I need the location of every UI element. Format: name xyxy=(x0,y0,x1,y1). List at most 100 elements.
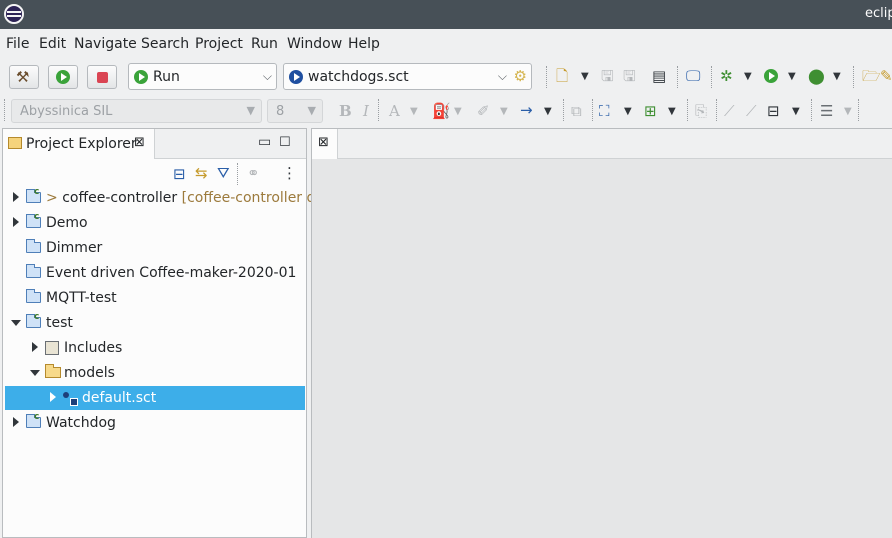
window-title: eclip xyxy=(865,6,892,21)
italic-icon: I xyxy=(363,102,369,120)
routing-icon: ⟋ xyxy=(724,102,735,120)
chevron-down-icon[interactable]: ▼ xyxy=(544,106,552,117)
menu-project[interactable]: Project xyxy=(195,36,243,52)
open-folder-icon[interactable]: 🗁 xyxy=(862,68,881,84)
tab-project-explorer[interactable]: Project Explorer ⊠ xyxy=(3,129,155,159)
editor-tab-bar: ⊠ xyxy=(312,129,892,159)
tree-item-test[interactable]: c test xyxy=(5,311,305,335)
menu-edit[interactable]: Edit xyxy=(39,36,66,52)
collapse-icon[interactable] xyxy=(11,320,21,326)
chevron-down-icon[interactable]: ▼ xyxy=(833,71,841,82)
run-icon[interactable] xyxy=(764,69,778,83)
toolbar-separator xyxy=(711,66,713,88)
tree-item-mqtt-test[interactable]: MQTT-test xyxy=(5,286,305,310)
menu-window[interactable]: Window xyxy=(287,36,342,52)
tree-item-demo[interactable]: c Demo xyxy=(5,211,305,235)
expand-icon[interactable] xyxy=(32,342,38,352)
close-icon[interactable]: ⊠ xyxy=(318,135,329,150)
stop-button[interactable] xyxy=(87,65,117,89)
explorer-view-toolbar: ⊟ ⇆ ⛛ ⚭ ⋮ xyxy=(3,160,306,188)
launch-target-icon xyxy=(289,70,303,84)
debug-bug-icon[interactable]: ✲ xyxy=(720,68,733,84)
external-tools-icon[interactable]: ⬤ xyxy=(808,68,825,84)
toolbar-separator xyxy=(592,99,594,121)
tree-item-label: MQTT-test xyxy=(46,290,117,306)
expand-icon[interactable] xyxy=(13,217,19,227)
maximize-icon[interactable]: ☐ xyxy=(279,135,291,150)
toolbar-separator xyxy=(563,99,565,121)
project-explorer-header: Project Explorer ⊠ ▭ ☐ xyxy=(3,129,306,159)
arrange-icon[interactable]: ⊞ xyxy=(644,103,657,119)
toolbar-separator xyxy=(237,163,239,185)
chevron-down-icon[interactable]: ▼ xyxy=(792,106,800,117)
eclipse-logo-icon xyxy=(4,4,24,24)
run-config-select[interactable]: Run ⌵ xyxy=(128,63,277,90)
chevron-down-icon[interactable]: ▼ xyxy=(744,71,752,82)
tree-item-label: default.sct xyxy=(82,390,157,406)
minimize-icon[interactable]: ▭ xyxy=(258,134,271,150)
bold-icon: B xyxy=(339,102,352,120)
expand-icon[interactable] xyxy=(13,192,19,202)
link-with-editor-icon[interactable]: ⇆ xyxy=(195,165,208,181)
chevron-down-icon[interactable]: ▼ xyxy=(668,106,676,117)
gear-icon[interactable]: ⚙ xyxy=(514,68,527,84)
format-toolbar: Abyssinica SIL ▼ 8 ▼ B I A ▼ ⛽ ▼ ✐ ▼ → ▼… xyxy=(0,94,892,126)
tree-item-models[interactable]: models xyxy=(5,361,305,385)
font-size-label: 8 xyxy=(276,104,285,119)
main-toolbar: ⚒ Run ⌵ watchdogs.sct ⌵ ⚙ 🗋 ▼ 🖫 🖫 ▤ 🖵 ✲ … xyxy=(0,58,892,94)
menu-help[interactable]: Help xyxy=(348,36,380,52)
menu-file[interactable]: File xyxy=(6,36,29,52)
launch-button[interactable] xyxy=(48,65,78,89)
edit-icon[interactable]: ✎ xyxy=(880,68,892,84)
toolbar-separator xyxy=(716,99,718,121)
tree-item-default-sct[interactable]: default.sct xyxy=(5,386,305,410)
collapse-all-icon[interactable]: ⊟ xyxy=(173,166,186,182)
close-icon[interactable]: ⊠ xyxy=(134,135,145,150)
closed-project-icon xyxy=(26,239,41,253)
editor-tab[interactable]: ⊠ xyxy=(312,129,338,159)
tree-item-coffee-controller[interactable]: c > coffee-controller [coffee-controller… xyxy=(5,186,341,210)
filter-icon[interactable]: ⛛ xyxy=(217,165,230,181)
arrow-right-icon[interactable]: → xyxy=(520,102,533,118)
chevron-down-icon[interactable]: ▼ xyxy=(788,71,796,82)
toolbar-separator xyxy=(687,99,689,121)
tree-item-label: Watchdog xyxy=(46,415,116,431)
tree-item-label: > coffee-controller [coffee-controller d… xyxy=(46,190,341,206)
chevron-down-icon: ⌵ xyxy=(262,69,272,83)
toolbar-separator xyxy=(853,66,855,88)
collapse-icon[interactable] xyxy=(30,370,40,376)
chevron-down-icon[interactable]: ▼ xyxy=(624,106,632,117)
expand-icon[interactable] xyxy=(13,417,19,427)
tree-item-label: test xyxy=(46,315,73,331)
tree-item-event-driven-coffee-maker[interactable]: Event driven Coffee-maker-2020-01 xyxy=(5,261,305,285)
build-button[interactable]: ⚒ xyxy=(9,65,39,89)
launch-target-select[interactable]: watchdogs.sct ⌵ ⚙ xyxy=(283,63,532,90)
statechart-file-icon xyxy=(62,391,78,406)
select-all-icon[interactable]: ⛶ xyxy=(599,103,610,119)
window-titlebar: eclip xyxy=(0,0,892,29)
launch-target-label: watchdogs.sct xyxy=(308,69,409,85)
project-folder-icon: c xyxy=(26,312,41,328)
layout-icon[interactable]: ⊟ xyxy=(767,103,780,119)
tree-item-dimmer[interactable]: Dimmer xyxy=(5,236,305,260)
menu-navigate[interactable]: Navigate xyxy=(74,36,137,52)
new-icon[interactable]: 🗋 xyxy=(556,68,568,84)
menu-search[interactable]: Search xyxy=(141,36,189,52)
chevron-down-icon: ⌵ xyxy=(497,69,507,83)
menu-run[interactable]: Run xyxy=(251,36,278,52)
view-menu-icon[interactable]: ⋮ xyxy=(282,165,297,181)
tree-item-watchdog[interactable]: c Watchdog xyxy=(5,411,305,435)
binary-icon[interactable]: ▤ xyxy=(652,68,666,84)
expand-icon[interactable] xyxy=(50,392,56,402)
text-align-icon[interactable]: ☰ xyxy=(820,103,833,119)
chevron-down-icon[interactable]: ▼ xyxy=(581,71,589,82)
stop-icon xyxy=(97,72,108,83)
toolbar-separator xyxy=(378,99,380,121)
run-config-label: Run xyxy=(153,69,180,85)
tree-item-label: Event driven Coffee-maker-2020-01 xyxy=(46,265,297,281)
tree-item-includes[interactable]: Includes xyxy=(5,336,305,360)
font-color-icon: A xyxy=(389,102,400,120)
console-icon[interactable]: 🖵 xyxy=(686,68,700,84)
project-explorer-title: Project Explorer xyxy=(26,136,137,152)
copy-format-icon: ⧉ xyxy=(571,102,582,120)
